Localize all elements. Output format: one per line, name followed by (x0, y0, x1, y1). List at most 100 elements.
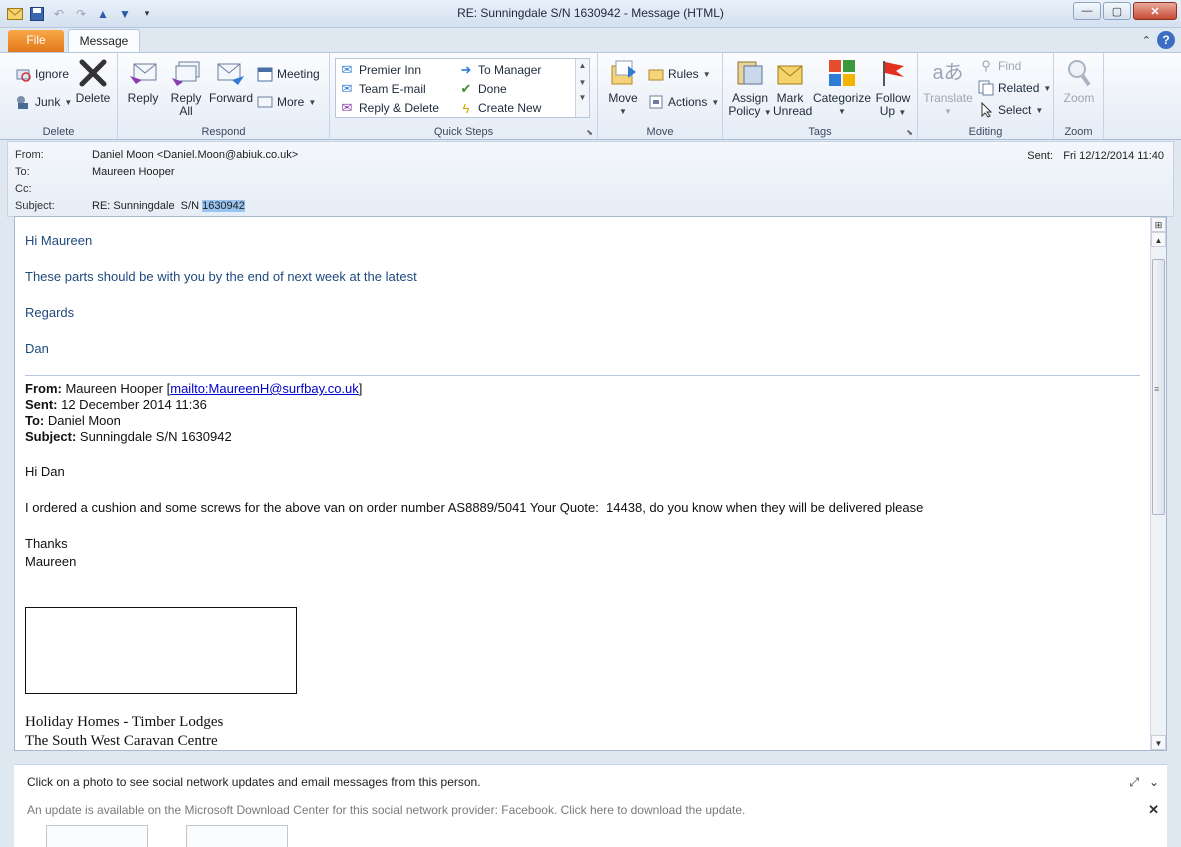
quoted-from-label: From: (25, 381, 62, 396)
chevron-down-icon: ▼ (1043, 83, 1052, 93)
reply-all-button[interactable]: Reply All (168, 57, 204, 118)
zoom-button[interactable]: Zoom (1059, 57, 1099, 105)
people-pane-update-link[interactable]: An update is available on the Microsoft … (27, 803, 745, 817)
subject-value[interactable]: RE: Sunningdale S/N (92, 200, 202, 212)
follow-up-button[interactable]: Follow Up ▼ (873, 57, 913, 119)
more-button[interactable]: More ▼ (257, 93, 316, 111)
actions-button[interactable]: Actions ▼ (648, 93, 719, 111)
ribbon: Ignore Junk ▼ Delete Delete Reply Reply … (0, 52, 1181, 141)
close-button[interactable]: ✕ (1133, 2, 1177, 20)
related-label: Related (998, 81, 1040, 95)
team-email-icon: ✉ (341, 81, 353, 96)
scroll-down-arrow-icon[interactable]: ▼ (1151, 735, 1166, 750)
quoted-sent-label: Sent: (25, 397, 58, 412)
delete-label: Delete (75, 91, 111, 105)
dialog-launcher-icon[interactable]: ⬊ (906, 128, 913, 137)
categorize-button[interactable]: Categorize ▼ (812, 57, 872, 118)
message-body[interactable]: Hi Maureen These parts should be with yo… (14, 216, 1167, 751)
ruler-toggle-icon[interactable]: ⊞ (1151, 217, 1166, 232)
tags-group: Assign Policy ▼ Mark Unread Categorize ▼… (723, 53, 918, 141)
assign-policy-button[interactable]: Assign Policy ▼ (728, 57, 772, 119)
mark-unread-button[interactable]: Mark Unread (773, 57, 812, 118)
maximize-button[interactable]: ▢ (1103, 2, 1131, 20)
scroll-down-icon[interactable]: ▼ (576, 78, 589, 87)
find-button[interactable]: ⚲ Find (978, 57, 1021, 75)
people-pane: Click on a photo to see social network u… (14, 764, 1167, 847)
assign-policy-icon (734, 57, 766, 89)
contact-photo[interactable] (186, 825, 288, 847)
dialog-launcher-icon[interactable]: ⬊ (586, 128, 593, 137)
quick-step-premier-inn[interactable]: ✉ Premier Inn (339, 61, 421, 79)
tab-message[interactable]: Message (68, 29, 140, 53)
quoted-subject-value: Sunningdale S/N 1630942 (76, 429, 232, 444)
quick-step-label: To Manager (478, 63, 542, 77)
tab-file[interactable]: File (8, 30, 64, 52)
zoom-group: Zoom Zoom (1054, 53, 1104, 141)
quick-step-reply-delete[interactable]: ✉ Reply & Delete (339, 99, 440, 117)
sent-label: Sent: (1027, 150, 1053, 162)
categorize-icon (826, 57, 858, 89)
quick-steps-scroll[interactable]: ▲ ▼ ▼ (575, 59, 589, 117)
quick-step-team-email[interactable]: ✉ Team E-mail (339, 80, 426, 98)
header-cc-row: Cc: (15, 183, 92, 195)
quick-step-done[interactable]: ✔ Done (458, 80, 507, 98)
follow-label-2: Up ▼ (879, 104, 907, 118)
ignore-icon (15, 66, 31, 82)
from-value[interactable]: Daniel Moon <Daniel.Moon@abiuk.co.uk> (92, 149, 298, 161)
related-button[interactable]: Related ▼ (978, 79, 1051, 97)
help-icon[interactable]: ? (1157, 31, 1175, 49)
reply-button[interactable]: Reply (124, 57, 162, 105)
quoted-from-value: Maureen Hooper [ (61, 381, 171, 396)
quick-step-create-new[interactable]: ϟ Create New (458, 99, 542, 117)
scroll-up-icon[interactable]: ▲ (576, 61, 589, 70)
forward-label: Forward (208, 91, 253, 105)
quoted-header: From: Maureen Hooper [mailto:MaureenH@su… (25, 381, 362, 445)
ignore-button[interactable]: Ignore (15, 65, 69, 83)
zoom-label: Zoom (1063, 91, 1095, 105)
expand-pane-icon[interactable]: ⤢ (1129, 775, 1139, 790)
binoculars-icon: ⚲ (981, 58, 991, 73)
forward-button[interactable]: Forward (206, 57, 256, 105)
select-label: Select (998, 103, 1032, 117)
header-from-row: From: Daniel Moon <Daniel.Moon@abiuk.co.u… (15, 149, 298, 161)
vertical-scrollbar[interactable]: ⊞ ▲ ≡ ▼ (1150, 217, 1166, 750)
quoted-subject-label: Subject: (25, 429, 77, 444)
header-to-row: To: Maureen Hooper (15, 166, 175, 178)
quick-step-to-manager[interactable]: ➜ To Manager (458, 61, 542, 79)
quick-step-label: Create New (478, 101, 542, 115)
rules-label: Rules (668, 67, 699, 81)
minimize-ribbon-icon[interactable]: ⌃ (1142, 34, 1151, 47)
meeting-button[interactable]: Meeting (257, 65, 320, 83)
translate-label: Translate (923, 91, 973, 105)
group-label: Delete (42, 126, 75, 138)
junk-button[interactable]: Junk ▼ (15, 93, 72, 111)
ribbon-tabs: File Message ⌃ ? (0, 28, 1181, 53)
chevron-down-icon[interactable]: ⌄ (1149, 775, 1159, 790)
delete-button[interactable]: Delete (74, 57, 112, 105)
scroll-up-arrow-icon[interactable]: ▲ (1151, 232, 1166, 247)
expand-gallery-icon[interactable]: ▼ (576, 93, 589, 102)
group-label: Zoom (1064, 126, 1093, 138)
move-button[interactable]: Move ▼ (606, 57, 640, 118)
move-group: Move ▼ Rules ▼ Actions ▼ Move (598, 53, 723, 141)
related-icon (978, 80, 994, 96)
translate-icon: aあ (932, 61, 964, 84)
to-value[interactable]: Maureen Hooper (92, 166, 175, 178)
subject-label: Subject: (15, 200, 55, 212)
group-label: Respond (201, 126, 246, 138)
to-label: To: (15, 166, 30, 178)
cc-label: Cc: (15, 183, 32, 195)
translate-button[interactable]: aあ Translate ▼ (922, 57, 974, 118)
quick-step-label: Reply & Delete (359, 101, 440, 115)
quick-step-label: Team E-mail (359, 82, 426, 96)
forward-icon (215, 57, 247, 89)
mailto-link[interactable]: mailto:MaureenH@surfbay.co.uk (170, 381, 359, 396)
select-button[interactable]: Select ▼ (978, 101, 1043, 119)
subject-selected-text[interactable]: 1630942 (202, 200, 245, 212)
quoted-greeting: Hi Dan (25, 464, 65, 479)
close-icon[interactable]: ✕ (1148, 802, 1159, 818)
rules-button[interactable]: Rules ▼ (648, 65, 711, 83)
minimize-button[interactable]: — (1073, 2, 1101, 20)
chevron-down-icon: ▼ (763, 108, 772, 117)
contact-photo[interactable] (46, 825, 148, 847)
